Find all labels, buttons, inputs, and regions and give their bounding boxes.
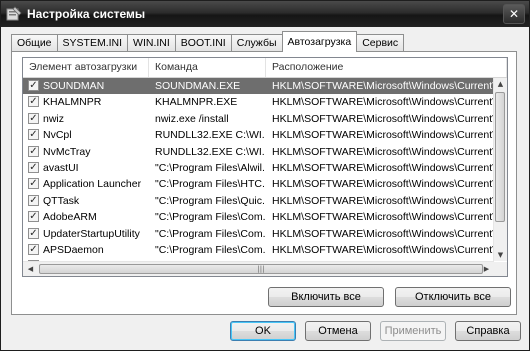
startup-row[interactable]: ✓ NvMcTray RUNDLL32.EXE C:\WI... HKLM\SOFTW…: [23, 144, 494, 160]
column-header-startup-item[interactable]: Элемент автозагрузки: [23, 58, 149, 77]
title-bar[interactable]: Настройка системы ✕: [1, 1, 529, 27]
system-configuration-window: Настройка системы ✕ Общие SYSTEM.INI WIN…: [0, 0, 530, 351]
startup-item-location: HKLM\SOFTWARE\Microsoft\Windows\CurrentV…: [272, 129, 494, 142]
close-icon: ✕: [508, 7, 520, 21]
startup-item-command: "C:\Program Files\Alwil...: [155, 161, 265, 174]
startup-item-command: RUNDLL32.EXE C:\WI...: [155, 145, 265, 158]
tab-tools[interactable]: Сервис: [356, 34, 405, 52]
startup-item-command: "C:\Program Files\Com...: [155, 227, 265, 240]
startup-item-command: "C:\Program Files\Quic...: [155, 194, 265, 207]
scroll-up-icon[interactable]: ▲: [494, 80, 507, 88]
tab-general[interactable]: Общие: [11, 34, 58, 52]
startup-row[interactable]: ✓ APSDaemon "C:\Program Files\Com... HKLM\S…: [23, 242, 494, 258]
enabled-checkbox[interactable]: ✓: [28, 80, 39, 91]
enabled-checkbox[interactable]: ✓: [28, 112, 39, 124]
horizontal-scrollbar[interactable]: ◀ ||| ▶: [23, 261, 494, 276]
scroll-down-icon[interactable]: ▼: [494, 251, 507, 259]
startup-item-location: HKLM\SOFTWARE\Microsoft\Windows\CurrentV…: [272, 211, 494, 224]
startup-item-name: AdobeARM: [43, 211, 97, 224]
enable-all-button[interactable]: Включить все: [268, 287, 384, 307]
enabled-checkbox[interactable]: ✓: [28, 178, 39, 190]
enabled-checkbox[interactable]: ✓: [28, 211, 39, 223]
startup-row[interactable]: ✓ SOUNDMAN SOUNDMAN.EXE HKLM\SOFTWARE\Micro…: [23, 78, 494, 95]
help-button[interactable]: Справка: [455, 321, 521, 341]
startup-item-location: HKLM\SOFTWARE\Microsoft\Windows\CurrentV…: [272, 161, 494, 174]
startup-item-command: "C:\Program Files\Com...: [155, 211, 265, 224]
startup-row[interactable]: ✓ NvCpl RUNDLL32.EXE C:\WI... HKLM\SOFTWARE…: [23, 127, 494, 143]
enabled-checkbox[interactable]: ✓: [28, 194, 39, 206]
startup-item-command: "C:\Program Files\Com...: [155, 243, 265, 256]
apply-button[interactable]: Применить: [380, 321, 446, 341]
scroll-left-icon[interactable]: ◀: [24, 265, 37, 273]
startup-item-name: avastUI: [43, 161, 79, 174]
startup-item-location: HKLM\SOFTWARE\Microsoft\Windows\CurrentV…: [272, 243, 494, 256]
startup-item-name: SOUNDMAN: [43, 80, 105, 92]
startup-row[interactable]: ✓ AdobeARM "C:\Program Files\Com... HKLM\SO…: [23, 209, 494, 225]
startup-item-location: HKLM\SOFTWARE\Microsoft\Windows\CurrentV…: [272, 96, 494, 109]
startup-item-command: KHALMNPR.EXE: [155, 96, 238, 109]
startup-item-name: NvMcTray: [43, 145, 91, 158]
ok-button[interactable]: OK: [230, 321, 296, 341]
startup-item-location: HKLM\SOFTWARE\Microsoft\Windows\CurrentV…: [272, 227, 494, 240]
startup-item-name: KHALMNPR: [43, 96, 102, 109]
startup-item-command: nwiz.exe /install: [155, 112, 229, 125]
startup-item-location: HKLM\SOFTWARE\Microsoft\Windows\CurrentV…: [272, 112, 494, 125]
tab-services[interactable]: Службы: [230, 34, 283, 52]
scroll-right-icon[interactable]: ▶: [480, 265, 493, 273]
enabled-checkbox[interactable]: ✓: [28, 96, 39, 108]
startup-list[interactable]: Элемент автозагрузки Команда Расположени…: [22, 57, 508, 277]
startup-item-location: HKLM\SOFTWARE\Microsoft\Windows\CurrentV…: [272, 145, 494, 158]
startup-row[interactable]: ✓ KHALMNPR KHALMNPR.EXE HKLM\SOFTWARE\Micro…: [23, 94, 494, 110]
cancel-button[interactable]: Отмена: [305, 321, 371, 341]
window-title: Настройка системы: [27, 7, 146, 21]
column-header-location[interactable]: Расположение: [266, 58, 507, 77]
enabled-checkbox[interactable]: ✓: [28, 243, 39, 255]
list-header: Элемент автозагрузки Команда Расположени…: [23, 58, 507, 78]
enabled-checkbox[interactable]: ✓: [28, 129, 39, 141]
tab-boot-ini[interactable]: BOOT.INI: [174, 34, 232, 52]
scrollbar-corner: [494, 262, 507, 276]
startup-item-command: "C:\Program Files\HTC...: [155, 178, 265, 191]
column-header-command[interactable]: Команда: [149, 58, 266, 77]
startup-row[interactable]: ✓ UpdaterStartupUtility "C:\Program Files\…: [23, 226, 494, 242]
startup-item-location: HKLM\SOFTWARE\Microsoft\Windows\CurrentV…: [272, 178, 494, 191]
startup-item-name: APSDaemon: [43, 243, 104, 256]
enabled-checkbox[interactable]: ✓: [28, 227, 39, 239]
startup-item-command: RUNDLL32.EXE C:\WI...: [155, 129, 265, 142]
startup-item-name: NvCpl: [43, 129, 72, 142]
startup-item-name: QTTask: [43, 194, 80, 207]
startup-row[interactable]: ✓ QTTask "C:\Program Files\Quic... HKLM\SOF…: [23, 193, 494, 209]
tab-win-ini[interactable]: WIN.INI: [127, 34, 176, 52]
tab-startup[interactable]: Автозагрузка: [281, 31, 358, 52]
vertical-scroll-thumb[interactable]: [495, 92, 505, 222]
startup-item-name: nwiz: [43, 112, 65, 125]
startup-tab-panel: Элемент автозагрузки Команда Расположени…: [11, 51, 517, 315]
list-body: ✓ SOUNDMAN SOUNDMAN.EXE HKLM\SOFTWARE\Micro…: [23, 78, 494, 261]
horizontal-scroll-thumb[interactable]: |||: [39, 264, 483, 274]
startup-item-location: HKLM\SOFTWARE\Microsoft\Windows\CurrentV…: [272, 194, 494, 207]
startup-item-location: HKLM\SOFTWARE\Microsoft\Windows\CurrentV…: [272, 80, 494, 92]
disable-all-button[interactable]: Отключить все: [395, 287, 511, 307]
startup-row[interactable]: ✓ Application Launcher "C:\Program Files\H…: [23, 176, 494, 192]
tab-system-ini[interactable]: SYSTEM.INI: [56, 34, 129, 52]
vertical-scrollbar[interactable]: ▲ ▼: [493, 78, 507, 261]
startup-item-command: SOUNDMAN.EXE: [155, 80, 241, 92]
msconfig-icon: [6, 6, 22, 21]
close-button[interactable]: ✕: [503, 4, 525, 24]
startup-row[interactable]: ✓ avastUI "C:\Program Files\Alwil... HKLM\S…: [23, 160, 494, 176]
tab-strip: Общие SYSTEM.INI WIN.INI BOOT.INI Службы…: [11, 31, 405, 52]
enabled-checkbox[interactable]: ✓: [28, 161, 39, 173]
startup-row[interactable]: ✓ nwiz nwiz.exe /install HKLM\SOFTWARE\Micr…: [23, 111, 494, 127]
startup-item-name: UpdaterStartupUtility: [43, 227, 140, 240]
enabled-checkbox[interactable]: ✓: [28, 145, 39, 157]
startup-item-name: Application Launcher: [43, 178, 142, 191]
